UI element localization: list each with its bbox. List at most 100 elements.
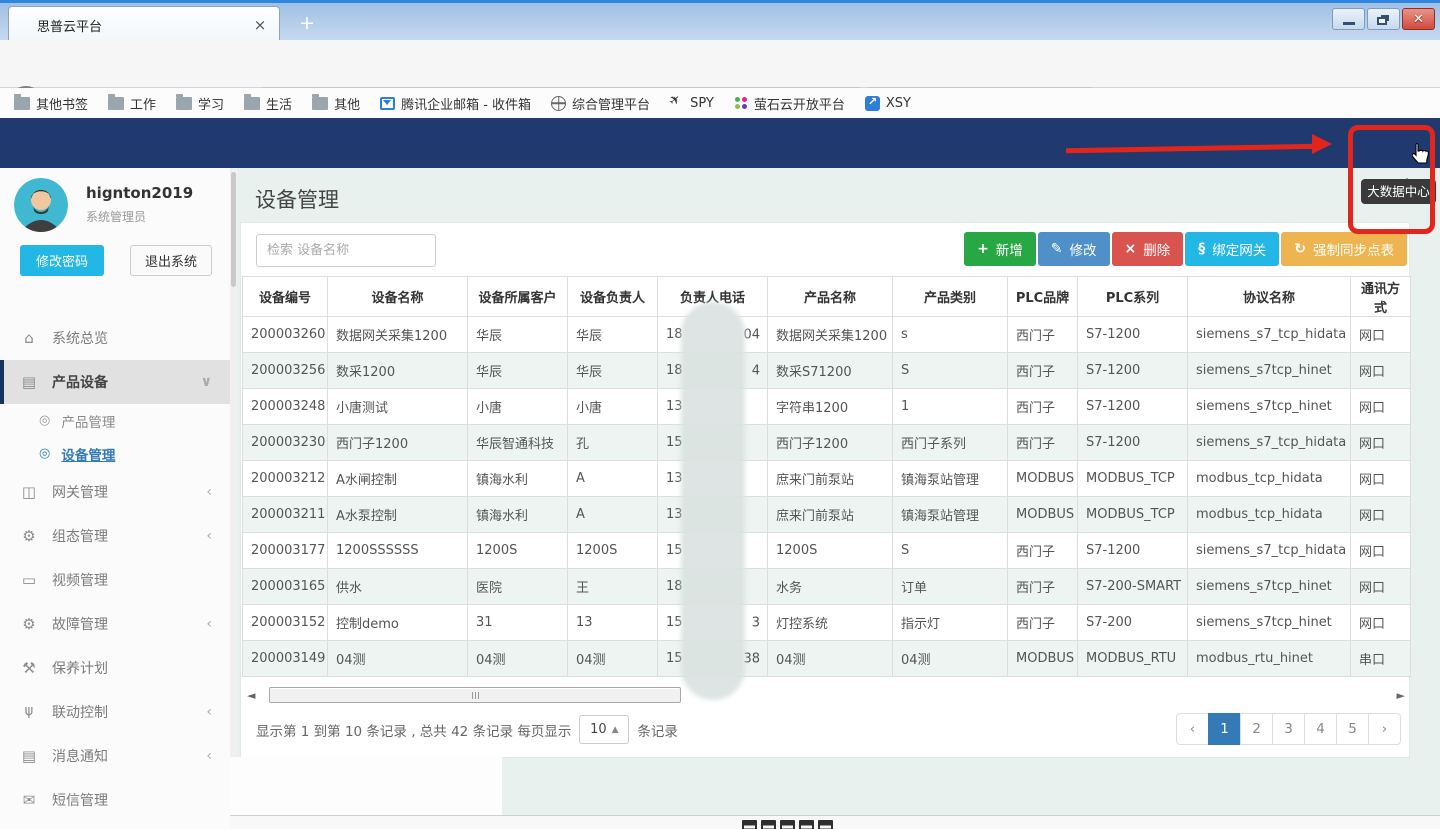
footer-strip — [230, 816, 1440, 829]
table-cell: 网口 — [1351, 389, 1411, 425]
column-header[interactable]: PLC品牌 — [1008, 277, 1078, 317]
pager-next-button[interactable]: › — [1368, 713, 1401, 745]
table-cell: MODBUS_TCP — [1078, 461, 1188, 497]
pager-prev-button[interactable]: ‹ — [1176, 713, 1209, 745]
table-row[interactable]: 20000314904测04测04测153804测04测MODBUSMODBUS… — [243, 641, 1411, 677]
pager-page-5[interactable]: 5 — [1336, 713, 1369, 745]
column-header[interactable]: 设备编号 — [243, 277, 328, 317]
bookmark-item[interactable]: 学习 — [176, 94, 224, 113]
action-button-删除[interactable]: ×删除 — [1112, 232, 1184, 266]
table-cell: A水泵控制 — [328, 497, 468, 533]
horizontal-scrollbar[interactable]: ◄ ► — [247, 687, 1405, 704]
table-cell: 200003230 — [243, 425, 328, 461]
action-button-强制同步点表[interactable]: ↻强制同步点表 — [1281, 232, 1407, 266]
bookmark-item[interactable]: 生活 — [244, 94, 292, 113]
sidebar-item-系统总览[interactable]: ⌂系统总览 — [0, 316, 230, 360]
browser-tab[interactable]: 思普云平台 × — [8, 6, 280, 43]
window-close-button[interactable]: ✕ — [1402, 8, 1435, 30]
pager-page-3[interactable]: 3 — [1272, 713, 1305, 745]
sidebar-item-消息通知[interactable]: ▤消息通知‹ — [0, 734, 230, 778]
minimize-icon — [1343, 22, 1355, 25]
column-header[interactable]: 设备负责人 — [568, 277, 658, 317]
action-label: 强制同步点表 — [1313, 239, 1394, 259]
sidebar-item-视频管理[interactable]: ▭视频管理 — [0, 558, 230, 602]
new-tab-button[interactable]: + — [292, 11, 322, 37]
window-restore-button[interactable] — [1367, 8, 1400, 30]
sidebar-item-label: 产品设备 — [52, 372, 108, 392]
sidebar-subitem-设备管理[interactable]: ◎设备管理 — [0, 437, 230, 470]
bookmark-item[interactable]: 萤石云开放平台 — [734, 94, 845, 113]
sidebar-item-故障管理[interactable]: ⚙故障管理‹ — [0, 602, 230, 646]
bookmark-item[interactable]: XSY — [865, 96, 911, 111]
sidebar-item-clipped[interactable]: ▤ — [0, 822, 230, 829]
annotation-rectangle — [1348, 125, 1435, 234]
sidebar-item-保养计划[interactable]: ⚒保养计划 — [0, 646, 230, 690]
bookmark-item[interactable]: 其他书签 — [14, 94, 88, 113]
chevron-left-icon: ‹ — [206, 484, 212, 500]
table-row[interactable]: 200003260数据网关采集1200华辰华辰1804数据网关采集1200s西门… — [243, 317, 1411, 353]
summary-prefix: 显示第 1 到第 10 条记录 , 总共 42 条记录 每页显示 — [256, 720, 571, 740]
avatar[interactable] — [14, 178, 68, 232]
scrollbar-thumb[interactable] — [231, 172, 236, 287]
pager-page-2[interactable]: 2 — [1240, 713, 1273, 745]
bookmarks-bar: 其他书签 工作 学习 生活 其他 腾讯企业邮箱 - 收件箱 综合管理平台 SPY 萤石云开放平台… — [0, 88, 1440, 118]
table-row[interactable]: 200003212A水闸控制镇海水利A13庶来门前泵站镇海泵站管理MODBUSM… — [243, 461, 1411, 497]
table-cell: S7-1200 — [1078, 317, 1188, 353]
page-size-value: 10 — [590, 722, 607, 737]
window-minimize-button[interactable] — [1332, 8, 1365, 30]
logout-button[interactable]: 退出系统 — [130, 245, 212, 276]
table-row[interactable]: 2000031771200SSSSSS1200S1200S151200SS西门子… — [243, 533, 1411, 569]
change-password-button[interactable]: 修改密码 — [20, 245, 104, 276]
table-row[interactable]: 200003152控制demo3113153灯控系统指示灯西门子S7-200si… — [243, 605, 1411, 641]
sidebar-subitem-label: 设备管理 — [61, 444, 115, 464]
tab-title: 思普云平台 — [37, 16, 251, 35]
page-title: 设备管理 — [255, 184, 339, 214]
bookmark-item[interactable]: 腾讯企业邮箱 - 收件箱 — [380, 94, 531, 113]
table-cell: 指示灯 — [893, 605, 1008, 641]
column-header[interactable]: 协议名称 — [1188, 277, 1351, 317]
sidebar-scrollbar[interactable] — [230, 168, 237, 829]
table-cell: S7-1200 — [1078, 533, 1188, 569]
spy-favicon — [670, 96, 684, 110]
column-header[interactable]: 设备名称 — [328, 277, 468, 317]
column-header[interactable]: 通讯方式 — [1351, 277, 1411, 317]
bookmark-item[interactable]: 其他 — [312, 94, 360, 113]
sidebar-subitem-产品管理[interactable]: ◎产品管理 — [0, 404, 230, 437]
table-cell: S7-200-SMART — [1078, 569, 1188, 605]
hscroll-thumb[interactable] — [269, 687, 681, 703]
column-header[interactable]: 产品类别 — [893, 277, 1008, 317]
bookmark-label: 生活 — [266, 94, 292, 113]
bookmark-item[interactable]: SPY — [670, 96, 714, 111]
sidebar-item-联动控制[interactable]: ⋔联动控制‹ — [0, 690, 230, 734]
column-header[interactable]: PLC系列 — [1078, 277, 1188, 317]
column-header[interactable]: 设备所属客户 — [468, 277, 568, 317]
action-button-修改[interactable]: ✎修改 — [1038, 232, 1110, 266]
table-row[interactable]: 200003256数采1200华辰华辰184数采S71200S西门子S7-120… — [243, 353, 1411, 389]
bookmark-item[interactable]: 工作 — [108, 94, 156, 113]
action-button-新增[interactable]: +新增 — [964, 232, 1036, 266]
book-icon: ▤ — [19, 747, 39, 765]
table-cell: siemens_s7tcp_hinet — [1188, 353, 1351, 389]
scroll-left-icon[interactable]: ◄ — [247, 689, 255, 702]
sidebar-item-产品设备[interactable]: ▤产品设备∨ — [0, 360, 230, 404]
page-size-select[interactable]: 10 ▲ — [579, 715, 629, 744]
pager-page-4[interactable]: 4 — [1304, 713, 1337, 745]
table-row[interactable]: 200003248小唐测试小唐小唐13字符串12001西门子S7-1200sie… — [243, 389, 1411, 425]
circle-dot-icon: ◎ — [39, 413, 50, 428]
pager-page-1[interactable]: 1 — [1208, 713, 1241, 745]
sidebar-item-网关管理[interactable]: ◫网关管理‹ — [0, 470, 230, 514]
app-navbar — [0, 118, 1440, 168]
table-row[interactable]: 200003211A水泵控制镇海水利A13庶来门前泵站镇海泵站管理MODBUSM… — [243, 497, 1411, 533]
table-row[interactable]: 200003165供水医院王18水务订单西门子S7-200-SMARTsieme… — [243, 569, 1411, 605]
bookmark-item[interactable]: 综合管理平台 — [551, 94, 650, 113]
sidebar-item-短信管理[interactable]: ✉短信管理 — [0, 778, 230, 822]
tab-close-icon[interactable]: × — [251, 16, 269, 34]
column-header[interactable]: 产品名称 — [768, 277, 893, 317]
scroll-right-icon[interactable]: ► — [1397, 689, 1405, 702]
device-search-input[interactable] — [256, 234, 436, 267]
gears-icon: ⚙ — [19, 527, 39, 545]
gears-icon: ⚙ — [19, 615, 39, 633]
sidebar-item-组态管理[interactable]: ⚙组态管理‹ — [0, 514, 230, 558]
action-button-绑定网关[interactable]: §绑定网关 — [1185, 232, 1279, 266]
table-row[interactable]: 200003230西门子1200华辰智通科技孔15西门子1200西门子系列西门子… — [243, 425, 1411, 461]
